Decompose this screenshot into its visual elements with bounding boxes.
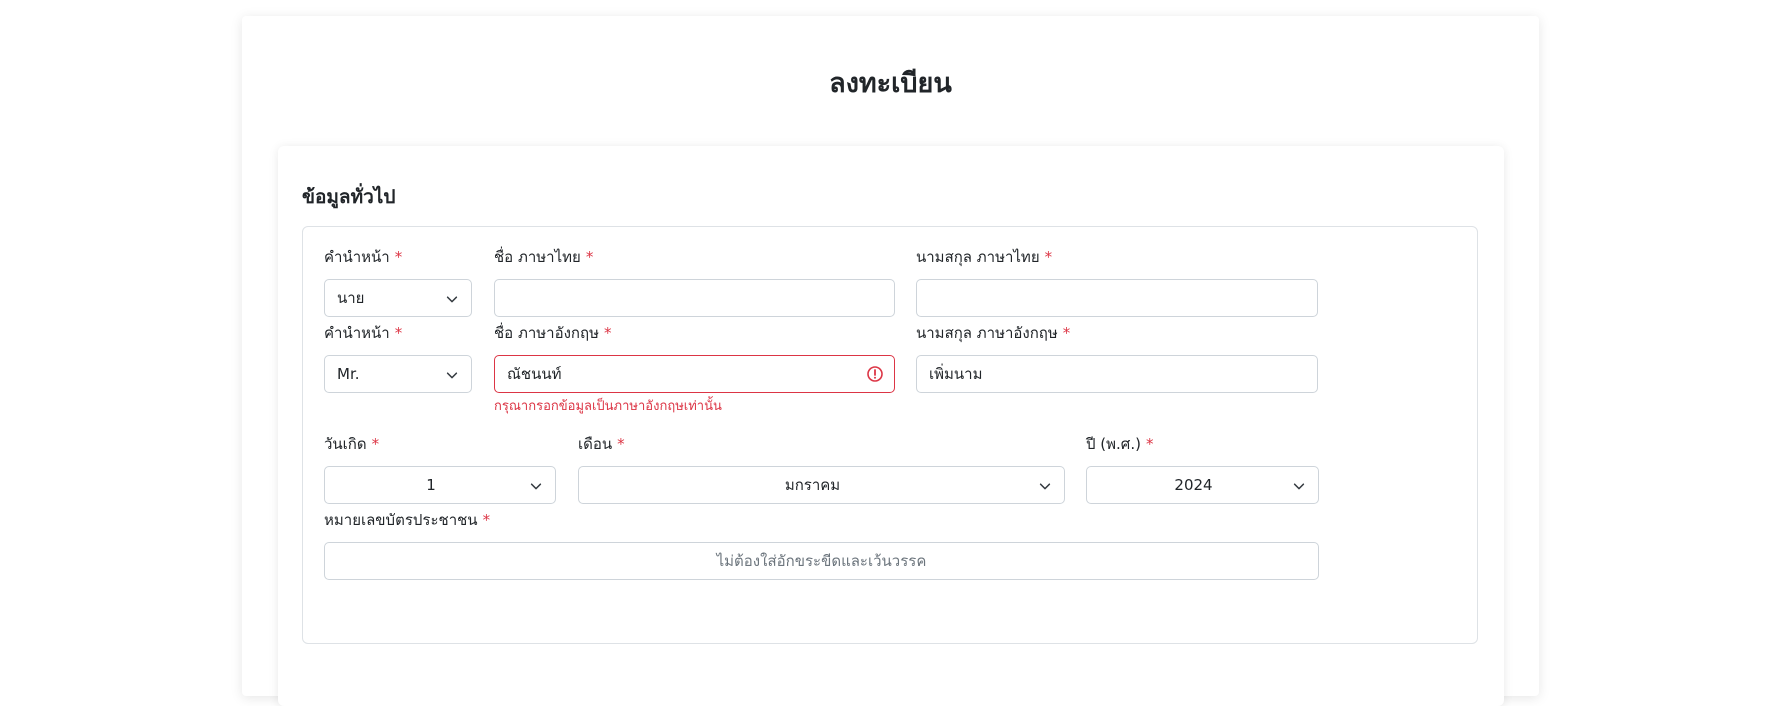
first-name-en-label: ชื่อ ภาษาอังกฤษ: [494, 324, 599, 342]
required-mark: *: [394, 324, 403, 342]
page-title: ลงทะเบียน: [829, 68, 952, 99]
chevron-down-icon: [1293, 483, 1305, 490]
id-card-field: หมายเลขบัตรประชาชน * ไม่ต้องใส่อักขระขีดแ…: [324, 510, 1319, 580]
general-info-fieldset: คำนำหน้า * นาย ชื่อ ภาษาไทย * นามสกุล ภาษา…: [302, 226, 1478, 644]
birth-day-label: วันเกิด: [324, 435, 367, 453]
required-mark: *: [603, 324, 612, 342]
id-card-placeholder: ไม่ต้องใส่อักขระขีดและเว้นวรรค: [716, 552, 927, 570]
birth-day-value: 1: [426, 476, 436, 494]
birth-year-field: ปี (พ.ศ.) * 2024: [1086, 434, 1319, 504]
required-mark: *: [1062, 324, 1071, 342]
last-name-th-input[interactable]: [916, 279, 1318, 317]
last-name-en-value: เพิ่มนาม: [929, 365, 983, 383]
prefix-en-field: คำนำหน้า * Mr.: [324, 323, 472, 393]
required-mark: *: [585, 248, 594, 266]
registration-page-card: ลงทะเบียน ข้อมูลทั่วไป คำนำหน้า * นาย ชื่…: [242, 16, 1539, 706]
section-title: ข้อมูลทั่วไป: [302, 186, 396, 208]
required-mark: *: [1044, 248, 1053, 266]
prefix-th-field: คำนำหน้า * นาย: [324, 247, 472, 317]
id-card-label: หมายเลขบัตรประชาชน: [324, 511, 478, 529]
first-name-en-value: ณัชนนท์: [507, 365, 562, 383]
birth-year-select[interactable]: 2024: [1086, 466, 1319, 504]
required-mark: *: [1145, 435, 1154, 453]
first-name-en-error: กรุณากรอกข้อมูลเป็นภาษาอังกฤษเท่านั้น: [494, 399, 722, 414]
prefix-th-value: นาย: [337, 289, 365, 307]
birth-month-label: เดือน: [578, 435, 613, 453]
last-name-en-label: นามสกุล ภาษาอังกฤษ: [916, 324, 1058, 342]
first-name-en-input[interactable]: ณัชนนท์: [494, 355, 895, 393]
birth-month-select[interactable]: มกราคม: [578, 466, 1065, 504]
alert-circle-icon: [867, 366, 883, 382]
birth-day-field: วันเกิด * 1: [324, 434, 556, 504]
required-mark: *: [482, 511, 491, 529]
id-card-input[interactable]: ไม่ต้องใส่อักขระขีดและเว้นวรรค: [324, 542, 1319, 580]
birth-month-field: เดือน * มกราคม: [578, 434, 1065, 504]
birth-day-select[interactable]: 1: [324, 466, 556, 504]
required-mark: *: [371, 435, 380, 453]
prefix-en-select[interactable]: Mr.: [324, 355, 472, 393]
required-mark: *: [617, 435, 625, 453]
last-name-en-field: นามสกุล ภาษาอังกฤษ * เพิ่มนาม: [916, 323, 1318, 393]
prefix-en-label: คำนำหน้า: [324, 324, 390, 342]
chevron-down-icon: [1039, 483, 1051, 490]
last-name-en-input[interactable]: เพิ่มนาม: [916, 355, 1318, 393]
birth-year-label: ปี (พ.ศ.): [1086, 435, 1141, 453]
general-info-section: ข้อมูลทั่วไป คำนำหน้า * นาย ชื่อ ภาษาไทย *: [278, 146, 1504, 706]
prefix-th-label: คำนำหน้า: [324, 248, 390, 266]
last-name-th-field: นามสกุล ภาษาไทย *: [916, 247, 1318, 317]
chevron-down-icon: [446, 296, 458, 303]
last-name-th-label: นามสกุล ภาษาไทย: [916, 248, 1040, 266]
birth-year-value: 2024: [1174, 476, 1213, 494]
required-mark: *: [394, 248, 403, 266]
prefix-en-value: Mr.: [337, 365, 360, 383]
birth-month-value: มกราคม: [784, 476, 841, 494]
prefix-th-select[interactable]: นาย: [324, 279, 472, 317]
chevron-down-icon: [530, 483, 542, 490]
first-name-en-field: ชื่อ ภาษาอังกฤษ * ณัชนนท์ กรุณากรอกข้อมูล…: [494, 323, 895, 415]
chevron-down-icon: [446, 372, 458, 379]
first-name-th-input[interactable]: [494, 279, 895, 317]
first-name-th-field: ชื่อ ภาษาไทย *: [494, 247, 895, 317]
first-name-th-label: ชื่อ ภาษาไทย: [494, 248, 581, 266]
